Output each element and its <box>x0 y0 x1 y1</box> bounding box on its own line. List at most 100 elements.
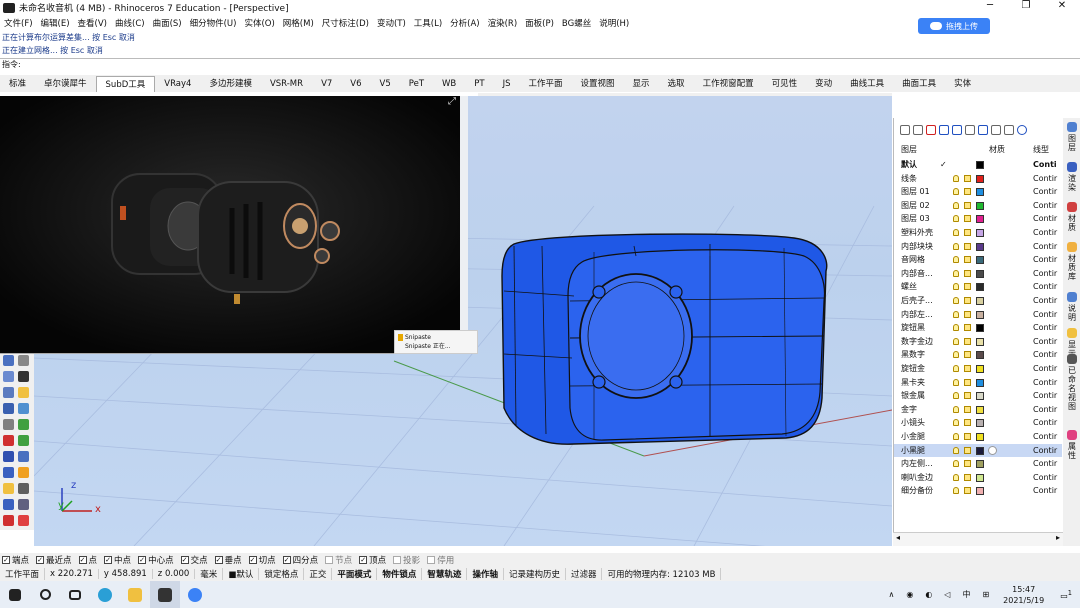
osnap-option[interactable]: ✓ 交点 <box>180 554 208 566</box>
layer-linetype[interactable]: Contir <box>1033 416 1057 429</box>
layer-linetype[interactable]: Contir <box>1033 185 1057 198</box>
menu-subd[interactable]: 细分物件(U) <box>186 17 241 29</box>
visibility-bulb-icon[interactable] <box>953 188 959 196</box>
layer-row[interactable]: 黑卡夹 Contir <box>894 376 1062 390</box>
layer-color-swatch[interactable] <box>976 283 984 292</box>
toggle-smarttrack[interactable]: 智慧轨迹 <box>422 568 468 580</box>
menu-view[interactable]: 查看(V) <box>74 17 111 29</box>
osnap-checkbox[interactable]: ✓ <box>248 556 257 564</box>
menu-bg-screw[interactable]: BG螺丝 <box>558 17 595 29</box>
tool-icon[interactable] <box>18 483 29 494</box>
osnap-option[interactable]: ✓ 四分点 <box>282 554 318 566</box>
visibility-bulb-icon[interactable] <box>953 473 959 481</box>
osnap-checkbox[interactable] <box>427 556 436 564</box>
lock-icon[interactable] <box>964 201 971 209</box>
lock-icon[interactable] <box>964 405 971 413</box>
layer-row[interactable]: 小金腿 Contir <box>894 430 1062 444</box>
osnap-checkbox[interactable]: ✓ <box>78 556 87 564</box>
lock-icon[interactable] <box>964 419 971 427</box>
layer-color-swatch[interactable] <box>976 297 984 305</box>
lock-icon[interactable] <box>964 487 971 495</box>
scroll-left-icon[interactable]: ◂ <box>896 533 900 542</box>
visibility-bulb-icon[interactable] <box>953 283 959 291</box>
tab-cplane[interactable]: 工作平面 <box>520 76 572 92</box>
layer-color-swatch[interactable] <box>976 473 984 482</box>
menu-dimension[interactable]: 尺寸标注(D) <box>318 17 373 29</box>
lock-icon[interactable] <box>964 446 971 454</box>
layer-color-swatch[interactable] <box>976 446 984 455</box>
tab-zhuoermo[interactable]: 卓尔谟犀牛 <box>35 76 96 92</box>
layer-color-swatch[interactable] <box>976 161 984 169</box>
tab-transform[interactable]: 变动 <box>806 76 841 92</box>
layer-row[interactable]: 小镜头 Contir <box>894 416 1062 430</box>
tab-vray4[interactable]: VRay4 <box>155 76 200 92</box>
layer-row[interactable]: 螺丝 Contir <box>894 280 1062 294</box>
layer-color-swatch[interactable] <box>976 433 984 441</box>
layer-color-swatch[interactable] <box>976 351 984 360</box>
menu-render[interactable]: 渲染(R) <box>484 17 522 29</box>
reference-image-window[interactable]: ⤢ <box>0 96 468 354</box>
tab-select[interactable]: 选取 <box>659 76 694 92</box>
osnap-option[interactable]: ✓ 中心点 <box>138 554 174 566</box>
move-down-icon[interactable] <box>952 125 962 135</box>
explorer-button[interactable] <box>120 581 150 608</box>
visibility-bulb-icon[interactable] <box>953 365 959 372</box>
layer-row[interactable]: 银金属 Contir <box>894 389 1062 403</box>
tab-polygon-modeling[interactable]: 多边形建模 <box>200 76 261 92</box>
close-button[interactable]: ✕ <box>1044 0 1080 11</box>
lock-icon[interactable] <box>964 392 971 400</box>
new-layer-icon[interactable] <box>900 125 910 135</box>
osnap-checkbox[interactable]: ✓ <box>104 556 113 564</box>
network-icon[interactable]: ◐ <box>919 590 938 599</box>
visibility-bulb-icon[interactable] <box>953 201 959 209</box>
osnap-checkbox[interactable]: ✓ <box>36 556 45 564</box>
osnap-option[interactable]: ✓ 端点 <box>2 554 29 566</box>
tool-icon[interactable] <box>3 483 14 494</box>
layer-color-swatch[interactable] <box>976 188 984 197</box>
visibility-bulb-icon[interactable] <box>953 487 959 495</box>
tab-viewport-layout[interactable]: 工作视窗配置 <box>694 76 763 92</box>
visibility-bulb-icon[interactable] <box>953 242 959 250</box>
layer-row[interactable]: 图层 02 Contir <box>894 199 1062 213</box>
tool-icon[interactable] <box>18 515 29 526</box>
visibility-bulb-icon[interactable] <box>953 392 959 400</box>
lock-icon[interactable] <box>964 324 971 332</box>
status-cplane[interactable]: 工作平面 <box>0 568 46 580</box>
tab-vsr-mr[interactable]: VSR-MR <box>261 76 312 92</box>
layer-linetype[interactable]: Contir <box>1033 240 1057 253</box>
osnap-checkbox[interactable]: ✓ <box>282 556 291 564</box>
visibility-bulb-icon[interactable] <box>953 378 959 386</box>
layer-color-swatch[interactable] <box>976 201 984 210</box>
side-tab-render[interactable]: 渲染 <box>1065 162 1079 192</box>
menu-transform[interactable]: 变动(T) <box>373 17 410 29</box>
lock-icon[interactable] <box>964 215 971 223</box>
tool-icon[interactable] <box>3 435 14 446</box>
tab-surface-tools[interactable]: 曲面工具 <box>893 76 945 92</box>
layer-row[interactable]: 内左侧... Contir <box>894 457 1062 471</box>
layer-row[interactable]: 线条 Contir <box>894 172 1062 186</box>
lock-icon[interactable] <box>964 174 971 182</box>
baidu-netdisk-button[interactable] <box>180 581 210 608</box>
tab-js[interactable]: JS <box>494 76 520 92</box>
tab-visibility[interactable]: 可见性 <box>763 76 807 92</box>
tool-icon[interactable] <box>3 499 14 510</box>
menu-edit[interactable]: 编辑(E) <box>37 17 74 29</box>
expand-icon[interactable]: ⤢ <box>448 96 456 107</box>
visibility-bulb-icon[interactable] <box>953 256 959 264</box>
help-icon[interactable] <box>1017 125 1027 135</box>
tab-pet[interactable]: PeT <box>400 76 433 92</box>
layer-linetype[interactable]: Contir <box>1033 294 1057 307</box>
layer-color-swatch[interactable] <box>976 229 984 237</box>
visibility-bulb-icon[interactable] <box>953 174 959 182</box>
tool-icon[interactable] <box>18 419 29 430</box>
layer-linetype[interactable]: Contir <box>1033 321 1057 334</box>
menu-surface[interactable]: 曲面(S) <box>149 17 186 29</box>
layer-row[interactable]: 后壳子... Contir <box>894 294 1062 308</box>
layer-row[interactable]: 旋钮金 Contir <box>894 362 1062 376</box>
layer-color-swatch[interactable] <box>976 460 984 469</box>
layer-linetype[interactable]: Contir <box>1033 267 1057 280</box>
minimize-button[interactable]: ─ <box>972 0 1008 11</box>
scroll-right-icon[interactable]: ▸ <box>1056 533 1060 542</box>
layer-linetype[interactable]: Contir <box>1033 389 1057 402</box>
layer-row[interactable]: 塑料外壳 Contir <box>894 226 1062 240</box>
